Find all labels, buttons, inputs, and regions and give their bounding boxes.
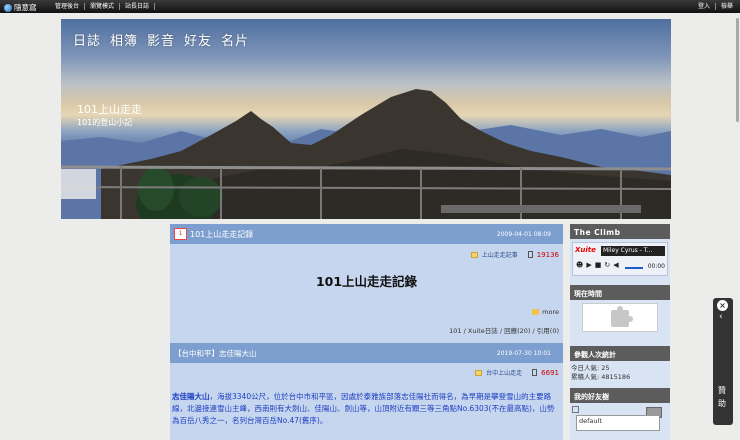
folder-icon — [475, 369, 483, 376]
tree-node-icon[interactable] — [572, 406, 579, 413]
total-visitors: 累積人氣: 4815186 — [571, 373, 631, 381]
post-date: 2019-07-30 10:01 — [496, 349, 551, 357]
more-arrow-icon — [532, 309, 540, 315]
post-view-count: 6691 — [541, 368, 559, 377]
post-footer[interactable]: 101 / Xuite日誌 / 回應(20) / 引用(0) — [170, 316, 563, 335]
friends-group-label: default — [579, 417, 602, 425]
main-content: 1 101上山走走記錄 2009-04-01 08:09 上山走走記事 1913… — [170, 224, 563, 440]
post-body-text: ，海拔3340公尺，位於台中市和平區，因處於泰雅族部落志佳陽社而得名，為早期是攀… — [172, 392, 555, 425]
chevron-left-icon[interactable]: ‹ — [719, 312, 723, 322]
visitors-widget-title: 參觀人次統計 — [570, 346, 670, 361]
post-header-bar: 1 101上山走走記錄 2009-04-01 08:09 — [170, 224, 563, 244]
top-right-links: 登入 檢舉 — [693, 3, 738, 10]
calendar-icon: 1 — [174, 228, 187, 240]
post-date: 2009-04-01 08:09 — [496, 230, 551, 238]
sponsor-side-tab[interactable]: × ‹ 贊助 — [713, 298, 733, 425]
friends-group-default[interactable]: default — [576, 415, 660, 431]
menu-admin-link[interactable]: 管理後台 — [50, 3, 86, 10]
post-category-link[interactable]: 台中上山走走 — [486, 368, 522, 377]
friends-tree: default — [570, 403, 670, 433]
top-menu: 管理後台 瀏覽模式 站長日誌 — [50, 3, 156, 10]
scrollbar-thumb[interactable] — [736, 18, 739, 122]
post-body: 志佳陽大山，海拔3340公尺，位於台中市和平區，因處於泰雅族部落志佳陽社而得名，… — [170, 377, 563, 427]
blog-title[interactable]: 101上山走走 — [77, 101, 142, 117]
document-icon — [532, 369, 538, 376]
menu-owner-blog-link[interactable]: 站長日誌 — [120, 3, 156, 10]
more-link[interactable]: more — [542, 308, 559, 316]
clock-plugin-placeholder — [582, 303, 658, 332]
player-track-title[interactable]: Miley Cyrus - T... — [601, 246, 665, 256]
post-meta: 台中上山走走 6691 — [170, 363, 563, 377]
music-widget-title: The Climb — [570, 224, 670, 239]
plugin-puzzle-icon — [611, 306, 633, 327]
more-link-row: more — [170, 290, 563, 316]
nav-blog-link[interactable]: 日誌 — [73, 30, 101, 49]
nav-card-link[interactable]: 名片 — [221, 30, 249, 49]
top-bar: 隨意窩 管理後台 瀏覽模式 站長日誌 登入 檢舉 — [0, 0, 740, 13]
post-title-link[interactable]: 101上山走走記錄 — [190, 229, 253, 240]
post-heading: 101上山走走記錄 — [315, 274, 418, 289]
player-logo: Xuite — [575, 246, 596, 254]
report-link[interactable]: 檢舉 — [716, 3, 738, 10]
player-time: 00:00 — [647, 263, 665, 270]
volume-slider[interactable] — [625, 267, 643, 269]
clock-widget-title: 現在時間 — [570, 285, 670, 300]
nav-friends-link[interactable]: 好友 — [184, 30, 212, 49]
post-body-highlight: 志佳陽大山 — [172, 392, 210, 401]
play-icon[interactable]: ▶ — [586, 261, 591, 269]
login-link[interactable]: 登入 — [693, 3, 716, 10]
mountain-scene-image — [61, 89, 671, 219]
folder-icon — [470, 251, 478, 258]
nav-album-link[interactable]: 相簿 — [110, 30, 138, 49]
stop-icon[interactable]: ■ — [595, 261, 602, 269]
post-title-link[interactable]: 【台中和平】志佳陽大山 — [174, 348, 257, 359]
post-view-count: 19136 — [536, 250, 559, 259]
brand-label: 隨意窩 — [14, 3, 37, 12]
nav-video-link[interactable]: 影音 — [147, 30, 175, 49]
xuite-logo-icon — [4, 3, 12, 12]
repeat-icon[interactable]: ↻ — [604, 261, 610, 269]
post-meta: 上山走走記事 19136 — [170, 244, 563, 259]
menu-browse-mode-link[interactable]: 瀏覽模式 — [85, 3, 121, 10]
visitor-stats: 今日人氣: 25 累積人氣: 4815186 — [570, 361, 670, 382]
today-visitors: 今日人氣: 25 — [571, 364, 610, 372]
blog-header-banner: 日誌 相簿 影音 好友 名片 101上山走走 101的登山小記 — [61, 19, 671, 219]
page-scrollbar[interactable] — [735, 14, 740, 440]
brand[interactable]: 隨意窩 — [4, 2, 37, 13]
sponsor-label[interactable]: 贊助 — [718, 384, 728, 410]
music-player: Xuite Miley Cyrus - T... ☻ ▶ ■ ↻ ◀ 00:00 — [572, 242, 668, 276]
blog-nav: 日誌 相簿 影音 好友 名片 — [73, 30, 249, 49]
document-icon — [527, 251, 533, 258]
friends-widget-title: 我的好友樹 — [570, 388, 670, 403]
post-category-link[interactable]: 上山走走記事 — [482, 250, 518, 259]
blog-subtitle: 101的登山小記 — [77, 118, 133, 127]
post-header-bar: 【台中和平】志佳陽大山 2019-07-30 10:01 — [170, 343, 563, 363]
volume-icon[interactable]: ◀ — [613, 261, 618, 269]
sidebar: The Climb Xuite Miley Cyrus - T... ☻ ▶ ■… — [570, 224, 670, 440]
user-icon[interactable]: ☻ — [576, 261, 583, 269]
close-icon[interactable]: × — [717, 300, 728, 311]
